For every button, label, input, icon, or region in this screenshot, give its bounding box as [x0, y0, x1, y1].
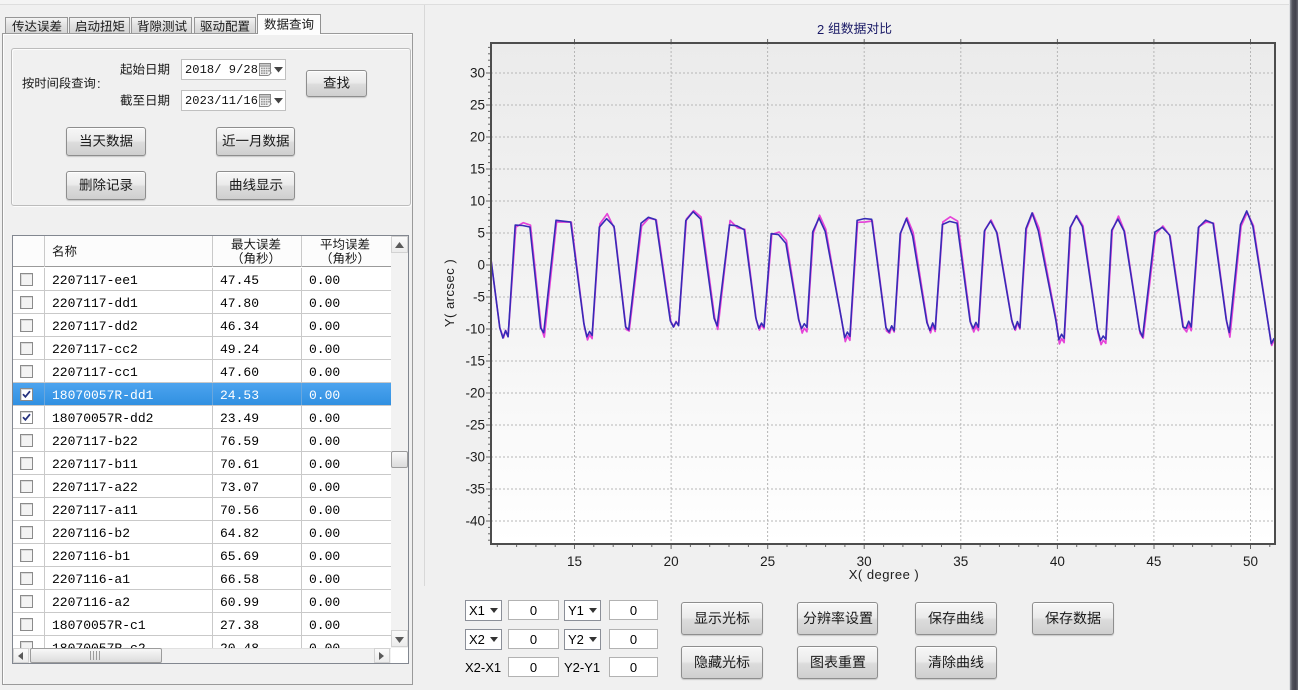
svg-text:5: 5 — [477, 226, 485, 241]
svg-text:-30: -30 — [465, 450, 485, 465]
svg-text:25: 25 — [470, 98, 485, 113]
svg-text:25: 25 — [760, 554, 775, 569]
svg-text:0: 0 — [477, 258, 485, 273]
svg-text:15: 15 — [470, 162, 485, 177]
svg-text:30: 30 — [470, 66, 485, 81]
svg-text:X( degree ): X( degree ) — [849, 567, 920, 582]
svg-text:-25: -25 — [465, 418, 485, 433]
svg-text:-20: -20 — [465, 386, 485, 401]
svg-text:10: 10 — [470, 194, 485, 209]
svg-text:50: 50 — [1243, 554, 1258, 569]
svg-text:15: 15 — [567, 554, 582, 569]
svg-text:20: 20 — [470, 130, 485, 145]
svg-text:40: 40 — [1050, 554, 1065, 569]
svg-text:-5: -5 — [473, 290, 485, 305]
svg-text:35: 35 — [953, 554, 968, 569]
svg-text:-10: -10 — [465, 322, 485, 337]
svg-text:-35: -35 — [465, 482, 485, 497]
svg-text:-40: -40 — [465, 514, 485, 529]
svg-text:Y( arcsec ): Y( arcsec ) — [442, 259, 457, 327]
svg-text:20: 20 — [664, 554, 679, 569]
svg-text:45: 45 — [1146, 554, 1161, 569]
svg-text:-15: -15 — [465, 354, 485, 369]
